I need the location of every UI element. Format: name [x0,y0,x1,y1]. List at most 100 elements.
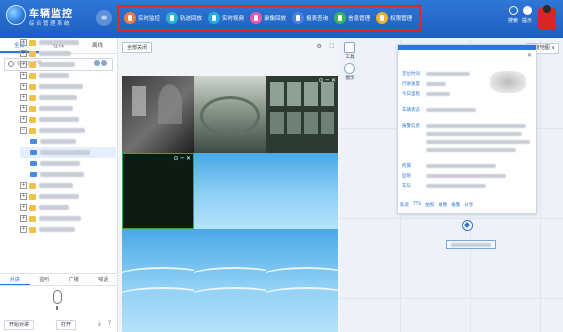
video-cell-2[interactable] [194,76,266,153]
video-cell-7[interactable] [122,229,194,332]
field-label: 车队 [402,184,411,189]
playback-icon [250,12,263,24]
video-cell-9[interactable] [266,229,338,332]
action-tts[interactable]: TTS [413,202,421,208]
monitor-icon [124,12,136,24]
tab-broadcast[interactable]: 广播 [59,274,89,285]
folder-icon [29,226,36,233]
settings-icon[interactable]: ⚙ [316,43,321,50]
video-tools: ⚙ ⛶ [316,43,334,51]
tree-node[interactable]: + [20,92,116,103]
nav-label: 录像回放 [264,16,287,22]
tools-icon[interactable] [344,42,355,53]
tree-node[interactable]: − [20,125,116,136]
action-share[interactable]: 分享 [464,202,473,208]
help-icon[interactable]: ? [108,320,111,327]
folder-icon [29,116,36,123]
intercom-tabs: 对讲 监听 广播 喊话 [0,274,118,286]
nav-label: 报表查询 [306,16,329,22]
start-intercom-button[interactable]: 开始对讲 [4,320,34,330]
close-icon[interactable]: ✕ [527,52,532,59]
tree-node[interactable]: + [20,213,116,224]
legend-label: 图示 [345,76,355,81]
folder-icon [29,50,36,57]
nav-item-track-playback[interactable]: 轨迹回放 [164,9,204,27]
field-label: 今日里程 [402,92,420,97]
vehicle-location-icon[interactable] [462,220,473,231]
video-icon [208,12,221,24]
folder-icon [29,204,36,211]
folder-icon [29,83,36,90]
action-photo[interactable]: 拍照 [425,202,434,208]
video-cell-controls[interactable]: ⊙ ─ ✕ [319,77,336,84]
tree-node[interactable]: + [20,114,116,125]
nav-item-info-management[interactable]: 信息管理 [332,9,372,27]
vehicle-image [490,71,526,93]
field-label: 报警信息 [402,124,420,129]
nav-label: 信息管理 [348,16,371,22]
video-cell-4[interactable]: ⊙ ─ ✕ [122,153,194,229]
bell-icon [522,6,532,15]
video-cell-8[interactable] [194,229,266,332]
tree-node[interactable]: + [20,224,116,235]
vehicle-info-card: ✕ 定位时间 行驶速度 今日里程 车辆状态 报警信息 所属 监管 车队 轨迹 T… [397,44,537,214]
vehicle-node[interactable] [20,169,116,180]
vehicle-node[interactable] [20,136,116,147]
vehicle-icon [30,150,37,155]
video-cell-controls[interactable]: ⊙ ─ ✕ [174,155,191,162]
vehicle-location-label[interactable] [446,240,496,249]
video-cell-6[interactable] [266,153,338,229]
tree-node[interactable]: + [20,191,116,202]
tab-listen[interactable]: 监听 [30,274,60,285]
nav-item-realtime-monitor[interactable]: 实时监控 [122,9,162,27]
menu-toggle-icon[interactable]: ≡ [96,10,112,26]
legend-icon[interactable] [344,63,355,74]
field-label: 监管 [402,174,411,179]
nav-item-realtime-video[interactable]: 实时视频 [206,9,246,27]
user-avatar[interactable] [538,5,556,30]
report-icon [292,12,305,24]
video-cell-3[interactable]: ⊙ ─ ✕ [266,76,338,153]
tab-intercom[interactable]: 对讲 [0,274,30,285]
folder-icon [29,215,36,222]
open-button[interactable]: 打开 [56,320,76,330]
folder-icon [29,94,36,101]
vehicle-icon [30,139,37,144]
tree-node[interactable]: + [20,59,116,70]
field-label: 所属 [402,164,411,169]
vehicle-icon [30,172,37,177]
tree-node[interactable]: + [20,202,116,213]
tips-button[interactable]: 提示 [522,6,532,24]
video-cell-1[interactable] [122,76,194,153]
nav-item-report-query[interactable]: 报表查询 [290,9,330,27]
card-header [398,45,536,50]
tree-node[interactable]: + [20,37,116,48]
tree-node[interactable]: + [20,103,116,114]
vehicle-node-selected[interactable] [20,147,116,158]
nav-label: 轨迹回放 [180,16,203,22]
close-all-button[interactable]: 全部关闭 [122,41,153,53]
folder-icon [29,182,36,189]
vehicle-tree: + + + + + + + + − + + + + + [20,37,116,235]
nav-label: 权限管理 [390,16,413,22]
folder-icon [29,193,36,200]
nav-item-video-playback[interactable]: 录像回放 [248,9,288,27]
download-icon[interactable]: ⤓ [98,320,101,328]
video-cell-5[interactable] [194,153,266,229]
nav-item-permission-management[interactable]: 权限管理 [374,9,414,27]
track-icon [166,12,179,24]
tab-shout[interactable]: 喊话 [89,274,119,285]
tree-node[interactable]: + [20,48,116,59]
search-button[interactable]: 搜索 [508,6,518,24]
fullscreen-icon[interactable]: ⛶ [330,43,334,50]
action-record[interactable]: 录像 [438,202,447,208]
info-icon [334,12,347,24]
tree-node[interactable]: + [20,180,116,191]
action-alarm[interactable]: 报警 [451,202,460,208]
vehicle-node[interactable] [20,158,116,169]
app-logo-icon [6,5,26,25]
folder-icon [29,39,36,46]
tree-node[interactable]: + [20,70,116,81]
tree-node[interactable]: + [20,81,116,92]
action-track[interactable]: 轨迹 [400,202,409,208]
